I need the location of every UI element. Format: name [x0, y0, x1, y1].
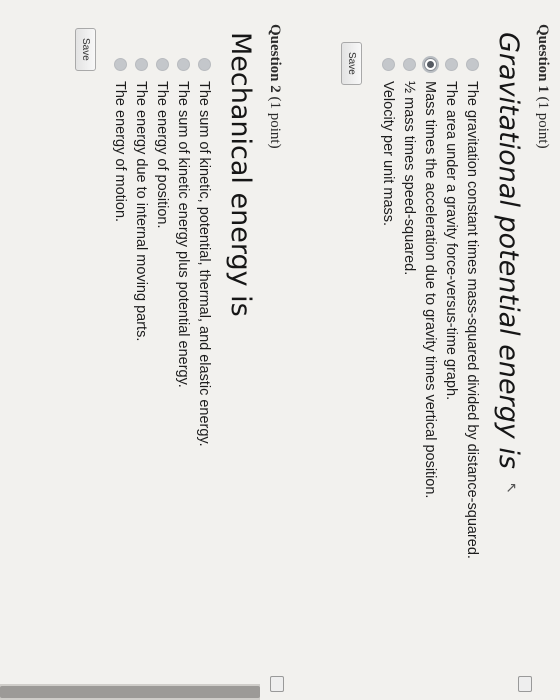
q2-option-4-label: The energy due to internal moving parts. [133, 81, 150, 342]
q1-option-3-radio[interactable] [424, 58, 437, 71]
q2-option-1-label: The sum of kinetic, potential, thermal, … [196, 81, 213, 447]
edit-icon[interactable] [518, 676, 532, 692]
q1-option-4-label: ½ mass times speed-squared. [401, 81, 418, 276]
question-2: Question 2 (1 point) Mechanical energy i… [75, 22, 286, 690]
q1-option-4[interactable]: ½ mass times speed-squared. [399, 58, 420, 690]
quiz-page: Question 1 (1 point) Gravitational poten… [0, 0, 560, 700]
q1-save-button[interactable]: Save [341, 42, 362, 85]
question-1-points: (1 point) [535, 96, 551, 149]
q1-option-5-label: Velocity per unit mass. [380, 81, 397, 227]
q1-option-3-label: Mass times the acceleration due to gravi… [422, 81, 439, 499]
q2-option-4[interactable]: The energy due to internal moving parts. [131, 58, 152, 690]
question-1-title: Gravitational potential energy is [493, 32, 524, 469]
q2-option-2[interactable]: The sum of kinetic energy plus potential… [173, 58, 194, 690]
question-2-number: Question 2 [267, 24, 283, 93]
q2-save-button[interactable]: Save [75, 28, 96, 71]
q1-option-2-radio[interactable] [445, 58, 458, 71]
q2-option-5[interactable]: The energy of motion. [110, 58, 131, 690]
q1-option-5[interactable]: Velocity per unit mass. [378, 58, 399, 690]
q2-option-2-label: The sum of kinetic energy plus potential… [175, 81, 192, 388]
q2-option-5-label: The energy of motion. [112, 81, 129, 223]
q2-option-4-radio[interactable] [135, 58, 148, 71]
q2-option-3[interactable]: The energy of position. [152, 58, 173, 690]
q1-option-1-label: The gravitation constant times mass-squa… [464, 81, 481, 559]
q2-option-3-radio[interactable] [156, 58, 169, 71]
question-2-title: Mechanical energy is [225, 32, 256, 317]
cursor-icon: ↖ [504, 482, 520, 494]
scrollbar-thumb[interactable] [0, 686, 260, 698]
question-1-number: Question 1 [535, 24, 551, 93]
q1-option-5-radio[interactable] [382, 58, 395, 71]
q1-option-3[interactable]: Mass times the acceleration due to gravi… [420, 58, 441, 690]
edit-icon-2[interactable] [270, 676, 284, 692]
q2-option-1[interactable]: The sum of kinetic, potential, thermal, … [194, 58, 215, 690]
q1-option-4-radio[interactable] [403, 58, 416, 71]
q1-option-1-radio[interactable] [466, 58, 479, 71]
q2-option-5-radio[interactable] [114, 58, 127, 71]
question-2-header: Question 2 (1 point) [264, 24, 286, 690]
question-2-points: (1 point) [267, 96, 283, 149]
q1-option-1[interactable]: The gravitation constant times mass-squa… [462, 58, 483, 690]
q2-option-3-label: The energy of position. [154, 81, 171, 229]
question-1-header: Question 1 (1 point) [532, 24, 554, 690]
q2-option-1-radio[interactable] [198, 58, 211, 71]
q1-option-2[interactable]: The area under a gravity force-versus-ti… [441, 58, 462, 690]
question-1: Question 1 (1 point) Gravitational poten… [341, 22, 554, 690]
q2-option-2-radio[interactable] [177, 58, 190, 71]
q1-option-2-label: The area under a gravity force-versus-ti… [443, 81, 460, 401]
